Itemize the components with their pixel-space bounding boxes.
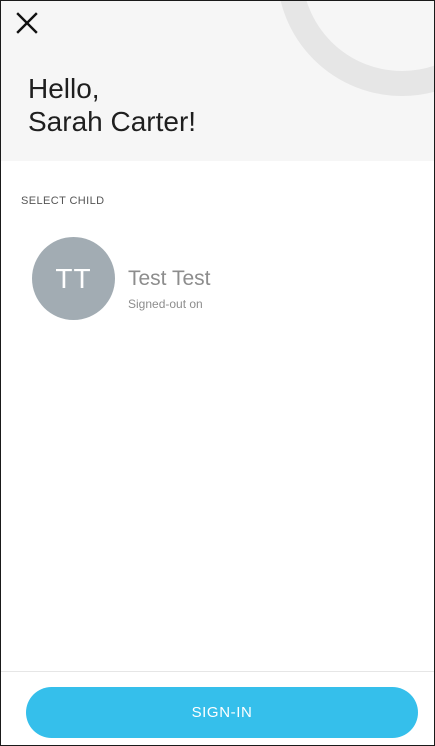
- app-screen: Hello, Sarah Carter! SELECT CHILD TT Tes…: [0, 0, 435, 746]
- child-avatar: TT: [32, 237, 115, 320]
- sign-in-button[interactable]: SIGN-IN: [26, 687, 418, 738]
- child-name: Test Test: [128, 267, 211, 290]
- greeting-line-2: Sarah Carter!: [28, 106, 197, 137]
- greeting-header: Hello, Sarah Carter!: [1, 1, 434, 161]
- child-list-item[interactable]: TT Test Test Signed-out on: [32, 237, 412, 321]
- greeting-title: Hello, Sarah Carter!: [28, 72, 196, 138]
- footer-divider: [1, 671, 434, 672]
- close-icon: [16, 12, 38, 34]
- close-button[interactable]: [15, 11, 39, 35]
- greeting-line-1: Hello,: [28, 73, 100, 104]
- select-child-label: SELECT CHILD: [21, 195, 105, 207]
- decorative-ring: [277, 1, 434, 96]
- child-status: Signed-out on: [128, 297, 203, 311]
